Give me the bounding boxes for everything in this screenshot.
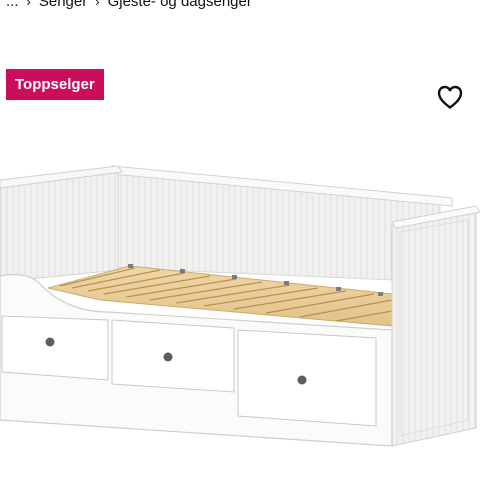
breadcrumb-separator: ›	[95, 0, 100, 9]
breadcrumb: ... › Senger › Gjeste- og dagsenger	[6, 0, 252, 11]
favorite-button[interactable]	[436, 84, 464, 110]
breadcrumb-item-gjeste-og-dagsenger[interactable]: Gjeste- og dagsenger	[108, 0, 252, 10]
breadcrumb-item-senger[interactable]: Senger	[39, 0, 87, 10]
daybed-illustration	[0, 165, 480, 447]
top-seller-badge-label: Toppselger	[15, 76, 95, 93]
top-seller-badge: Toppselger	[6, 69, 104, 100]
breadcrumb-separator: ›	[26, 0, 31, 9]
breadcrumb-item-more[interactable]: ...	[6, 0, 19, 10]
product-image[interactable]	[0, 160, 480, 450]
heart-outline-icon	[437, 85, 463, 109]
